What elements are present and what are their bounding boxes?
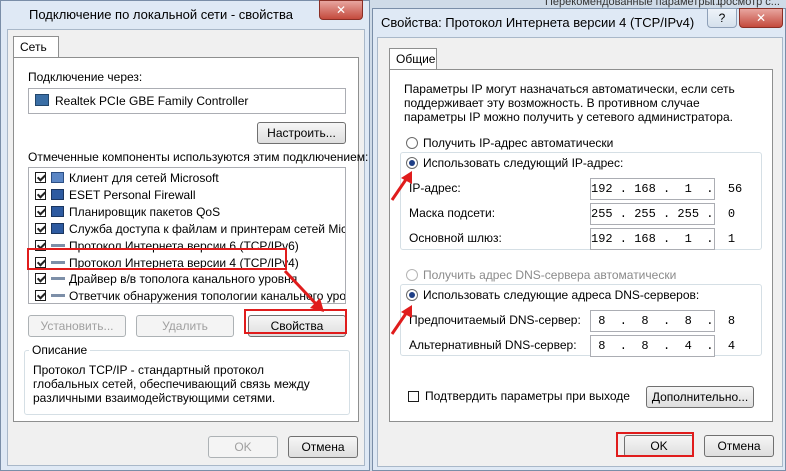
manual-ip-radio[interactable] [406,157,418,169]
remove-button: Удалить [136,315,234,337]
right-window-title: Свойства: Протокол Интернета версии 4 (T… [381,15,695,30]
auto-dns-label: Получить адрес DNS-сервера автоматически [423,268,677,282]
lan-properties-window: Подключение по локальной сети - свойства… [0,0,370,471]
preferred-dns-label: Предпочитаемый DNS-сервер: [409,313,581,327]
component-label: Драйвер в/в тополога канального уровня [69,272,298,287]
highlight-ok-button [616,432,694,457]
component-row[interactable]: ESET Personal Firewall [29,187,345,203]
help-button[interactable]: ? [707,8,737,28]
preferred-dns-input[interactable]: 8 . 8 . 8 . 8 [590,310,735,332]
component-checkbox[interactable] [35,172,46,183]
install-button: Установить... [28,315,126,337]
right-titlebar: Свойства: Протокол Интернета версии 4 (T… [373,8,785,37]
component-label: Служба доступа к файлам и принтерам сете… [69,221,346,236]
manual-dns-group: Использовать следующие адреса DNS-сервер… [400,284,762,357]
right-client-area: Общие Параметры IP могут назначаться авт… [377,37,783,467]
red-arrow-icon [390,305,412,335]
highlight-ipv4-item [27,248,287,270]
left-window-title: Подключение по локальной сети - свойства [29,7,293,22]
network-client-icon [51,172,64,183]
component-row[interactable]: Планировщик пакетов QoS [29,204,345,220]
computer-icon [51,188,64,200]
subnet-mask-input[interactable]: 255 . 255 . 255 . 0 [590,203,735,225]
configure-button[interactable]: Настроить... [257,122,346,144]
manual-ip-label[interactable]: Использовать следующий IP-адрес: [423,156,626,170]
validate-label[interactable]: Подтвердить параметры при выходе [425,389,630,403]
component-label: ESET Personal Firewall [69,187,196,202]
left-close-button[interactable]: ✕ [319,0,363,20]
computer-icon [51,222,64,234]
component-checkbox[interactable] [35,290,46,302]
red-arrow-icon [283,269,324,312]
general-tab-panel: Параметры IP могут назначаться автоматич… [389,69,773,422]
protocol-icon [51,277,65,281]
network-tab-panel: Подключение через: Realtek PCIe GBE Fami… [13,57,368,422]
component-label: Клиент для сетей Microsoft [69,171,219,185]
validate-checkbox[interactable] [408,391,419,402]
adapter-name: Realtek PCIe GBE Family Controller [55,94,249,108]
manual-dns-label[interactable]: Использовать следующие адреса DNS-сервер… [423,288,702,302]
left-cancel-button[interactable]: Отмена [288,436,358,458]
right-cancel-button[interactable]: Отмена [704,435,774,457]
tab-general[interactable]: Общие [389,48,437,70]
intro-text: Параметры IP могут назначаться автоматич… [404,82,735,124]
auto-ip-radio[interactable] [406,137,418,149]
component-checkbox[interactable] [35,188,46,200]
right-close-button[interactable]: ✕ [739,8,783,28]
component-row[interactable]: Клиент для сетей Microsoft [29,170,345,186]
advanced-button[interactable]: Дополнительно... [646,386,754,408]
background-window-title-2: Просмотр с... [712,0,780,8]
component-row[interactable]: Служба доступа к файлам и принтерам сете… [29,221,345,237]
description-title: Описание [29,343,91,357]
background-window-title: Перекомендованные параметры... [545,0,722,8]
auto-dns-radio [406,269,418,281]
alternate-dns-input[interactable]: 8 . 8 . 4 . 4 [590,335,735,357]
connect-via-label: Подключение через: [28,70,143,84]
protocol-icon [51,243,65,247]
gateway-label: Основной шлюз: [409,231,502,245]
subnet-mask-label: Маска подсети: [409,206,496,220]
tab-network[interactable]: Сеть [13,36,59,58]
component-checkbox[interactable] [35,222,46,234]
protocol-icon [51,294,65,298]
components-label: Отмеченные компоненты используются этим … [28,150,369,164]
left-ok-button: OK [208,436,278,458]
ipv4-properties-window: Свойства: Протокол Интернета версии 4 (T… [372,8,786,471]
description-text: Протокол TCP/IP - стандартный протокол г… [33,363,310,405]
component-checkbox[interactable] [35,205,46,217]
description-group: Описание Протокол TCP/IP - стандартный п… [24,343,350,415]
left-titlebar: Подключение по локальной сети - свойства… [1,0,369,29]
ip-address-input[interactable]: 192 . 168 . 1 . 56 [590,178,742,200]
component-checkbox[interactable] [35,273,46,285]
adapter-field: Realtek PCIe GBE Family Controller [28,88,346,114]
manual-ip-group: Использовать следующий IP-адрес: IP-адре… [400,152,762,250]
red-arrow-icon [390,171,412,201]
gateway-input[interactable]: 192 . 168 . 1 . 1 [590,228,735,250]
auto-ip-label[interactable]: Получить IP-адрес автоматически [423,136,613,150]
computer-icon [51,205,64,217]
network-adapter-icon [35,94,49,106]
alternate-dns-label: Альтернативный DNS-сервер: [409,338,577,352]
manual-dns-radio[interactable] [406,289,418,301]
component-label: Планировщик пакетов QoS [69,204,221,219]
